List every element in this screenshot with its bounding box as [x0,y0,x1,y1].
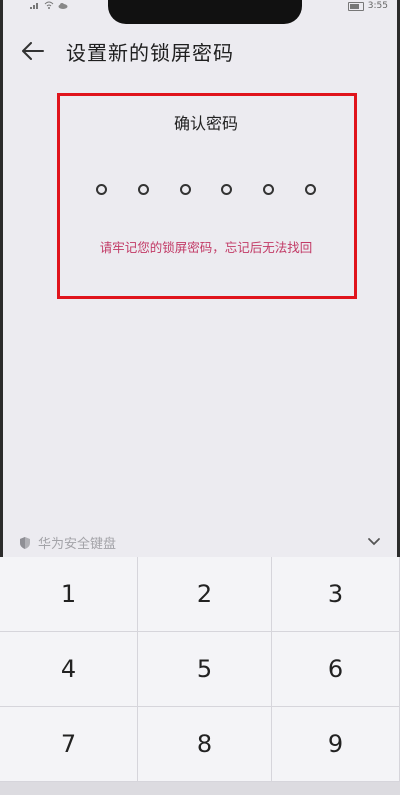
keyboard-brand-label: 华为安全键盘 [38,537,117,552]
password-dot [304,184,316,195]
page-header: 设置新的锁屏密码 [0,30,400,70]
back-arrow-icon [22,42,44,60]
keyboard-collapse-button[interactable] [366,533,382,549]
confirm-password-title: 确认密码 [173,114,238,133]
chevron-down-icon [368,538,380,546]
key-7[interactable]: 7 [0,707,138,782]
password-dot [221,184,233,195]
key-2[interactable]: 2 [138,557,272,632]
page-title: 设置新的锁屏密码 [66,41,234,65]
status-bar: 3:55 [0,0,400,24]
password-warning: 请牢记您的锁屏密码，忘记后无法找回 [99,240,313,255]
key-3[interactable]: 3 [272,557,400,632]
signal-icon [30,1,40,12]
keyboard-header: 华为安全键盘 [0,527,400,557]
numeric-keypad: 1 2 3 4 5 6 7 8 9 [0,557,400,795]
password-dot [179,184,191,195]
status-icons-right: 3:55 [347,1,388,11]
key-9[interactable]: 9 [272,707,400,782]
wifi-icon [44,1,54,12]
key-4[interactable]: 4 [0,632,138,707]
battery-icon [347,1,364,11]
back-button[interactable] [18,36,48,66]
status-time: 3:55 [367,1,388,11]
key-6[interactable]: 6 [272,632,400,707]
password-dots [96,184,316,200]
password-dot [96,184,107,195]
camera-notch [108,0,302,24]
key-8[interactable]: 8 [138,707,272,782]
shield-icon [20,536,30,549]
password-dot [263,184,275,195]
password-dot [137,184,149,195]
key-1[interactable]: 1 [0,557,138,632]
keyboard-brand: 华为安全键盘 [18,533,116,552]
cloud-icon [58,2,68,12]
status-icons-left [30,1,68,12]
key-5[interactable]: 5 [138,632,272,707]
